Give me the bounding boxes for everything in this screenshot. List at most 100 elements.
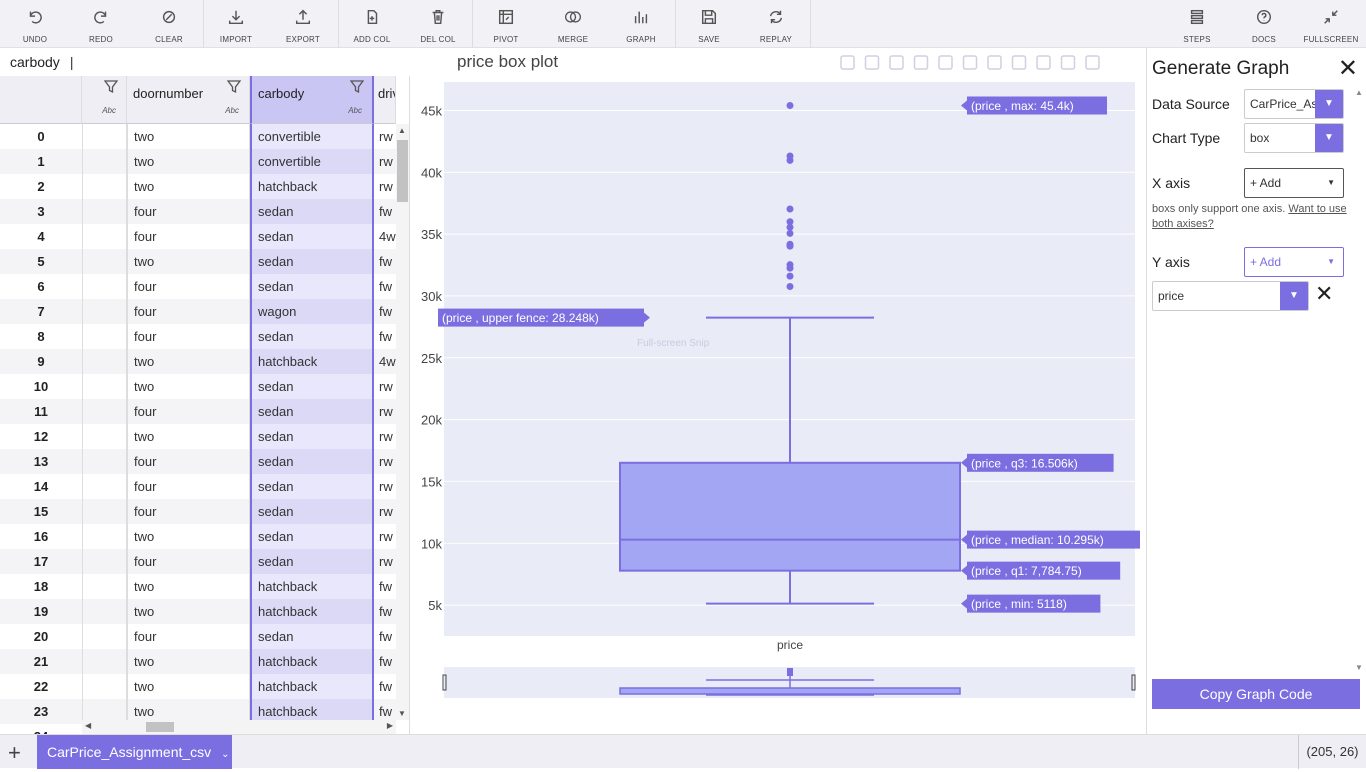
zoom-in-icon[interactable]	[913, 55, 929, 70]
home-icon[interactable]	[987, 55, 1002, 70]
table-row[interactable]: 2 two hatchback rw	[0, 174, 396, 199]
table-cell-carbody[interactable]: sedan	[250, 524, 374, 549]
table-cell-carbody[interactable]: convertible	[250, 149, 374, 174]
docs-button[interactable]: DOCS	[1241, 0, 1287, 48]
outlier-point[interactable]	[786, 101, 794, 109]
table-cell-doornumber[interactable]: two	[127, 149, 250, 174]
table-cell-drivewheel[interactable]: fw	[374, 274, 396, 299]
fullscreen-button[interactable]: FULLSCREEN	[1303, 0, 1359, 48]
table-cell-carbody[interactable]: hatchback	[250, 574, 374, 599]
table-cell[interactable]	[82, 324, 127, 349]
scroll-down-icon[interactable]: ▼	[1355, 663, 1363, 672]
table-row[interactable]: 3 four sedan fw	[0, 199, 396, 224]
table-row[interactable]: 22 two hatchback fw	[0, 674, 396, 699]
outlier-point[interactable]	[786, 223, 794, 231]
table-cell[interactable]	[82, 574, 127, 599]
table-row[interactable]: 16 two sedan rw	[0, 524, 396, 549]
replay-button[interactable]: REPLAY	[753, 0, 799, 48]
table-row[interactable]: 15 four sedan rw	[0, 499, 396, 524]
table-cell-doornumber[interactable]: two	[127, 649, 250, 674]
import-button[interactable]: IMPORT	[213, 0, 259, 48]
table-cell[interactable]	[82, 199, 127, 224]
scroll-up-icon[interactable]: ▲	[1355, 88, 1363, 97]
table-cell-doornumber[interactable]: two	[127, 574, 250, 599]
table-cell-drivewheel[interactable]: rw	[374, 149, 396, 174]
table-cell-doornumber[interactable]: two	[127, 524, 250, 549]
camera-icon[interactable]	[840, 55, 855, 70]
table-row[interactable]: 4 four sedan 4w	[0, 224, 396, 249]
pivot-button[interactable]: PIVOT	[483, 0, 529, 48]
table-cell-carbody[interactable]: wagon	[250, 299, 374, 324]
table-cell-drivewheel[interactable]: fw	[374, 299, 396, 324]
table-cell[interactable]	[82, 549, 127, 574]
table-cell-drivewheel[interactable]: rw	[374, 399, 396, 424]
table-cell-doornumber[interactable]: four	[127, 624, 250, 649]
data-grid[interactable]: Abc doornumber Abc carbody Abc drivew 0 t…	[0, 76, 410, 734]
table-cell-carbody[interactable]: sedan	[250, 424, 374, 449]
table-cell-carbody[interactable]: sedan	[250, 199, 374, 224]
clear-button[interactable]: CLEAR	[146, 0, 192, 48]
table-cell-carbody[interactable]: sedan	[250, 374, 374, 399]
table-cell-carbody[interactable]: sedan	[250, 324, 374, 349]
table-cell-drivewheel[interactable]: rw	[374, 174, 396, 199]
vertical-scroll-thumb[interactable]	[397, 140, 408, 202]
box-plot-chart[interactable]: price box plot 5k 10k 15k 20k 25k 30k 35k 40k 45k…	[411, 48, 1146, 734]
outlier-point[interactable]	[786, 156, 794, 164]
box-iqr[interactable]	[619, 461, 961, 572]
table-cell-drivewheel[interactable]: fw	[374, 674, 396, 699]
undo-button[interactable]: UNDO	[12, 0, 58, 48]
table-row[interactable]: 1 two convertible rw	[0, 149, 396, 174]
export-button[interactable]: EXPORT	[280, 0, 326, 48]
outlier-point[interactable]	[786, 242, 794, 250]
copy-graph-code-button[interactable]: Copy Graph Code	[1152, 679, 1360, 709]
column-header-drivewheel[interactable]: drivew	[374, 76, 396, 124]
table-cell-carbody[interactable]: hatchback	[250, 674, 374, 699]
table-cell-doornumber[interactable]: two	[127, 424, 250, 449]
pan-icon[interactable]	[889, 55, 904, 70]
table-cell-drivewheel[interactable]: rw	[374, 499, 396, 524]
compare-icon[interactable]	[1036, 55, 1051, 70]
redo-button[interactable]: REDO	[78, 0, 124, 48]
table-cell[interactable]	[82, 499, 127, 524]
table-cell-carbody[interactable]: hatchback	[250, 349, 374, 374]
table-cell-drivewheel[interactable]: 4w	[374, 224, 396, 249]
column-header-doornumber[interactable]: doornumber Abc	[127, 76, 250, 124]
table-cell-doornumber[interactable]: two	[127, 174, 250, 199]
table-cell[interactable]	[82, 649, 127, 674]
table-cell-drivewheel[interactable]: rw	[374, 374, 396, 399]
close-icon[interactable]: ✕	[1338, 54, 1358, 83]
remove-y-axis-icon[interactable]: ✕	[1315, 281, 1333, 307]
table-cell-doornumber[interactable]: two	[127, 349, 250, 374]
table-cell-carbody[interactable]: hatchback	[250, 649, 374, 674]
table-cell-drivewheel[interactable]: rw	[374, 474, 396, 499]
table-cell-drivewheel[interactable]: fw	[374, 199, 396, 224]
data-source-select[interactable]: CarPrice_Assignment_csv ▼	[1244, 89, 1344, 119]
table-cell[interactable]	[82, 349, 127, 374]
table-row[interactable]: 19 two hatchback fw	[0, 599, 396, 624]
filter-icon[interactable]	[103, 80, 119, 99]
table-row[interactable]: 0 two convertible rw	[0, 124, 396, 149]
outlier-point[interactable]	[786, 283, 794, 291]
table-cell-carbody[interactable]: sedan	[250, 249, 374, 274]
table-cell[interactable]	[82, 174, 127, 199]
table-cell-carbody[interactable]: sedan	[250, 549, 374, 574]
table-cell-drivewheel[interactable]: rw	[374, 549, 396, 574]
table-cell[interactable]	[82, 599, 127, 624]
spike-icon[interactable]	[1011, 55, 1027, 70]
table-cell-drivewheel[interactable]: rw	[374, 124, 396, 149]
table-cell-carbody[interactable]: hatchback	[250, 599, 374, 624]
table-cell[interactable]	[82, 524, 127, 549]
table-cell[interactable]	[82, 299, 127, 324]
table-cell[interactable]	[82, 624, 127, 649]
horizontal-scrollbar[interactable]: ◀ ▶	[82, 720, 396, 734]
autoscale-icon[interactable]	[962, 55, 978, 70]
table-row[interactable]: 9 two hatchback 4w	[0, 349, 396, 374]
table-cell-doornumber[interactable]: four	[127, 474, 250, 499]
table-cell-doornumber[interactable]: four	[127, 449, 250, 474]
table-row[interactable]: 5 two sedan fw	[0, 249, 396, 274]
table-row[interactable]: 18 two hatchback fw	[0, 574, 396, 599]
table-cell-drivewheel[interactable]: fw	[374, 624, 396, 649]
zoom-out-icon[interactable]	[938, 55, 953, 70]
table-row[interactable]: 20 four sedan fw	[0, 624, 396, 649]
scroll-down-icon[interactable]: ▼	[398, 709, 406, 718]
